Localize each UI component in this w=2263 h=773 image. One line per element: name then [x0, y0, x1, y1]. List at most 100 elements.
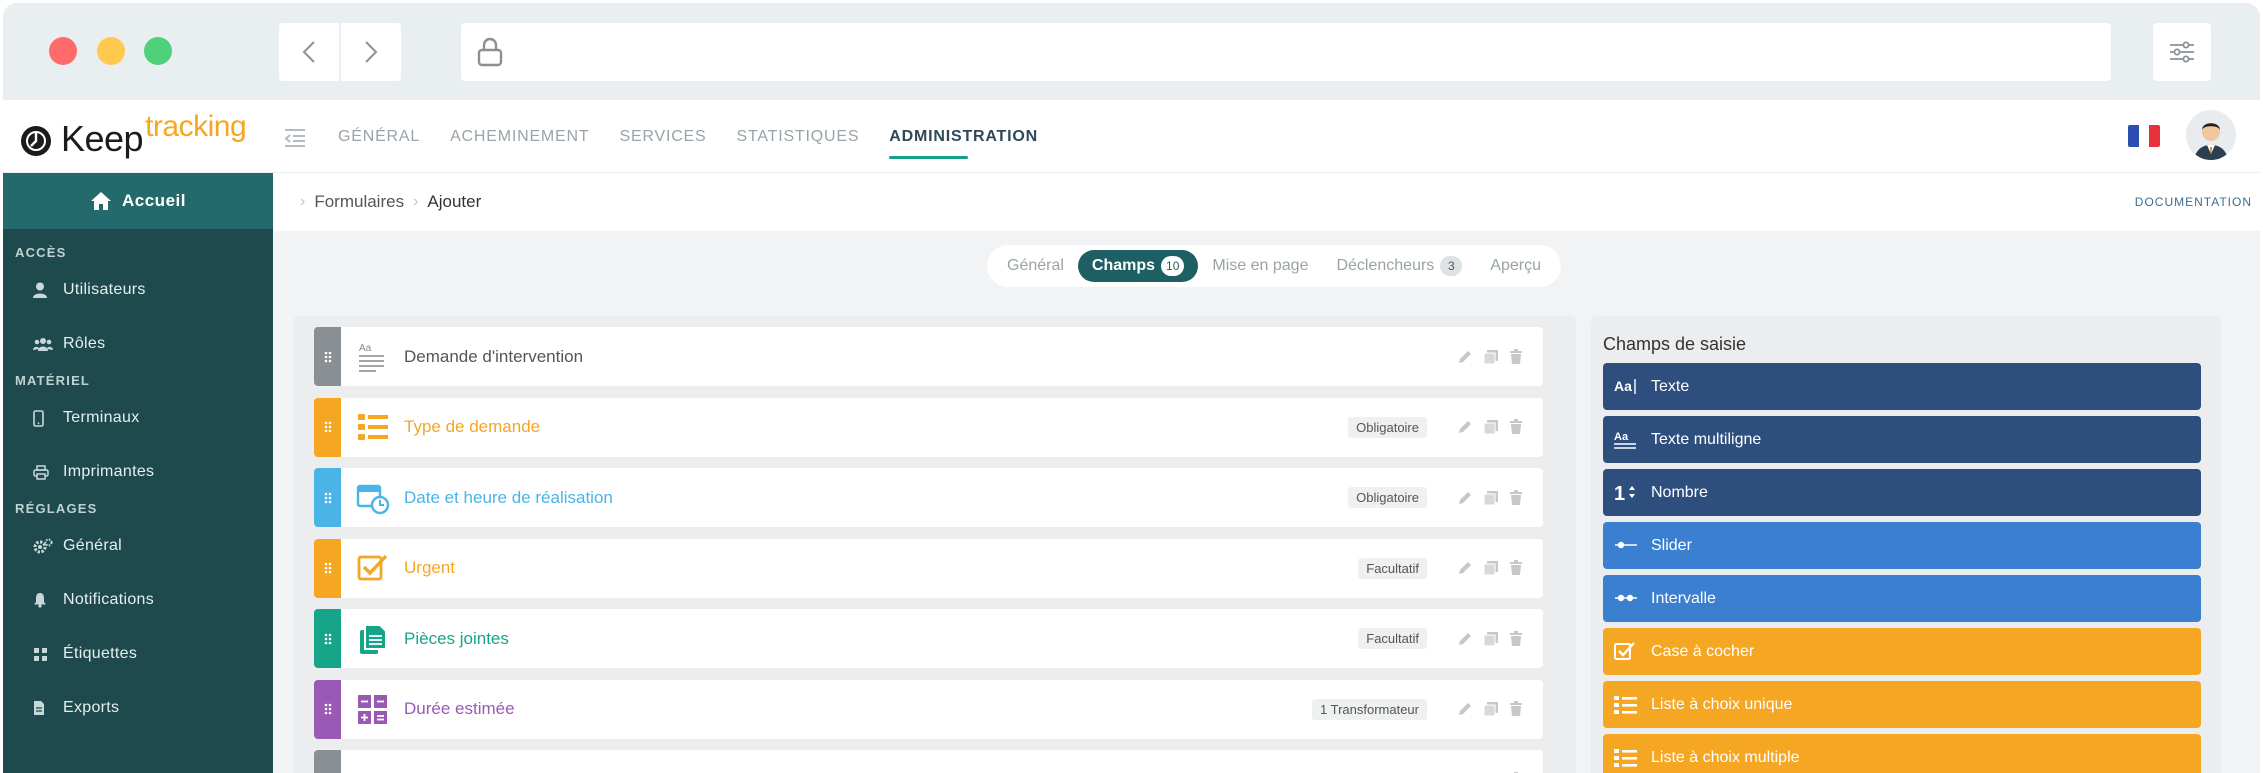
- multiline-text-icon: Aa: [359, 343, 384, 372]
- field-requirement-badge: Facultatif: [1358, 628, 1427, 649]
- form-field-row[interactable]: Urgent Facultatif: [314, 538, 1543, 598]
- input-type-list[interactable]: Liste à choix unique: [1603, 681, 2201, 728]
- logo-tracking-text: tracking: [145, 110, 247, 143]
- input-type-multi-list[interactable]: Liste à choix multiple: [1603, 734, 2201, 773]
- input-type-label: Liste à choix multiple: [1651, 748, 1800, 766]
- form-field-row[interactable]: Durée estimée 1 Transformateur: [314, 679, 1543, 739]
- avatar[interactable]: [2186, 110, 2236, 160]
- form-field-row[interactable]: Séparateur: [314, 750, 1543, 773]
- language-flag-fr[interactable]: [2128, 125, 2160, 147]
- tab-general[interactable]: Général: [993, 250, 1078, 282]
- browser-chrome: [3, 3, 2260, 100]
- tab-declencheurs[interactable]: Déclencheurs 3: [1322, 250, 1476, 282]
- nav-acheminement[interactable]: ACHEMINEMENT: [435, 100, 604, 173]
- breadcrumb-formulaires[interactable]: Formulaires: [314, 192, 404, 212]
- input-type-range[interactable]: Intervalle: [1603, 575, 2201, 622]
- svg-text:Aa: Aa: [1614, 431, 1629, 443]
- sidebar-item-label: Étiquettes: [63, 645, 138, 662]
- duplicate-icon[interactable]: [1483, 701, 1499, 717]
- form-field-row[interactable]: Pièces jointes Facultatif: [314, 609, 1543, 668]
- number-icon: 1: [1614, 483, 1635, 504]
- sidebar-item-label: Imprimantes: [63, 463, 155, 480]
- sidebar-item-roles[interactable]: Rôles: [3, 317, 273, 371]
- input-type-icon: Aa: [1613, 429, 1639, 451]
- duplicate-icon[interactable]: [1483, 560, 1499, 576]
- range-icon: [1615, 594, 1637, 601]
- drag-handle[interactable]: [314, 327, 341, 386]
- tab-count-badge: 10: [1161, 256, 1185, 276]
- field-requirement-badge: Facultatif: [1358, 557, 1427, 579]
- nav-general[interactable]: GÉNÉRAL: [338, 100, 435, 173]
- sidebar-home[interactable]: Accueil: [3, 173, 273, 229]
- trash-icon[interactable]: [1509, 560, 1523, 576]
- edit-icon[interactable]: [1457, 490, 1473, 506]
- form-field-row[interactable]: Type de demande Obligatoire: [314, 397, 1543, 457]
- input-type-icon: [1613, 588, 1639, 610]
- app-logo[interactable]: Keep tracking: [19, 110, 247, 160]
- drag-handle[interactable]: [314, 538, 341, 598]
- trash-icon[interactable]: [1509, 489, 1523, 506]
- sidebar-item-utilisateurs[interactable]: Utilisateurs: [3, 263, 273, 317]
- nav-services[interactable]: SERVICES: [604, 100, 721, 173]
- sidebar-item-exports[interactable]: Exports: [3, 681, 273, 735]
- address-bar[interactable]: [461, 23, 2111, 81]
- menu-collapse-icon[interactable]: [283, 128, 307, 148]
- duplicate-icon[interactable]: [1483, 349, 1499, 365]
- browser-settings-button[interactable]: [2153, 23, 2211, 81]
- drag-handle[interactable]: [314, 609, 341, 668]
- trash-icon[interactable]: [1509, 419, 1523, 435]
- input-type-number[interactable]: 1 Nombre: [1603, 469, 2201, 516]
- form-field-row[interactable]: Aa Demande d'intervention: [314, 327, 1543, 386]
- duplicate-icon[interactable]: [1483, 490, 1499, 506]
- input-type-icon: Aa: [1613, 376, 1639, 398]
- tab-count-badge: 3: [1440, 256, 1463, 276]
- nav-administration[interactable]: ADMINISTRATION: [874, 100, 1053, 173]
- input-type-checkbox[interactable]: Case à cocher: [1603, 628, 2201, 675]
- input-type-text[interactable]: Aa Texte: [1603, 363, 2201, 410]
- close-window-button[interactable]: [49, 37, 77, 65]
- sidebar-item-terminaux[interactable]: Terminaux: [3, 391, 273, 445]
- edit-icon[interactable]: [1457, 419, 1473, 435]
- trash-icon[interactable]: [1509, 630, 1523, 647]
- maximize-window-button[interactable]: [144, 37, 172, 65]
- drag-handle[interactable]: [314, 397, 341, 457]
- tab-apercu[interactable]: Aperçu: [1476, 250, 1555, 282]
- drag-handle-icon: [324, 421, 331, 433]
- tab-label: Déclencheurs: [1336, 257, 1435, 274]
- edit-icon[interactable]: [1457, 701, 1473, 717]
- edit-icon[interactable]: [1457, 631, 1473, 647]
- multi-list-icon: [1614, 748, 1637, 767]
- trash-icon[interactable]: [1509, 701, 1523, 717]
- sidebar: Accueil ACCÈS Utilisateurs Rôles MATÉRIE…: [3, 173, 273, 773]
- drag-handle[interactable]: [314, 468, 341, 527]
- form-fields-panel: Aa Demande d'intervention Type de demand…: [293, 316, 1576, 773]
- input-type-icon: 1: [1613, 482, 1639, 504]
- browser-window: Keep tracking GÉNÉRAL ACHEMINEMENT SERVI…: [3, 3, 2260, 773]
- sidebar-item-etiquettes[interactable]: Étiquettes: [3, 627, 273, 681]
- forward-button[interactable]: [341, 23, 401, 81]
- input-type-label: Nombre: [1651, 483, 1708, 501]
- edit-icon[interactable]: [1457, 560, 1473, 576]
- form-field-row[interactable]: Date et heure de réalisation Obligatoire: [314, 468, 1543, 527]
- documentation-link[interactable]: DOCUMENTATION: [2135, 195, 2252, 209]
- sidebar-item-notifications[interactable]: Notifications: [3, 573, 273, 627]
- sidebar-item-imprimantes[interactable]: Imprimantes: [3, 445, 273, 499]
- input-type-slider[interactable]: Slider: [1603, 522, 2201, 569]
- duplicate-icon[interactable]: [1483, 631, 1499, 647]
- edit-icon[interactable]: [1457, 349, 1473, 365]
- tab-mise-en-page[interactable]: Mise en page: [1198, 250, 1322, 282]
- drag-handle[interactable]: [314, 750, 341, 773]
- tab-champs[interactable]: Champs 10: [1077, 250, 1199, 282]
- sidebar-item-label: Rôles: [63, 335, 106, 352]
- svg-text:Aa: Aa: [359, 343, 372, 354]
- input-type-multiline-text[interactable]: Aa Texte multiligne: [1603, 416, 2201, 463]
- minimize-window-button[interactable]: [97, 37, 125, 65]
- drag-handle[interactable]: [314, 679, 341, 739]
- trash-icon[interactable]: [1509, 348, 1523, 365]
- back-button[interactable]: [279, 23, 339, 81]
- sidebar-section-acces: ACCÈS: [15, 245, 67, 260]
- nav-statistiques[interactable]: STATISTIQUES: [722, 100, 875, 173]
- duplicate-icon[interactable]: [1483, 419, 1499, 435]
- sidebar-item-general[interactable]: Général: [3, 519, 273, 573]
- input-type-icon: [1613, 747, 1639, 769]
